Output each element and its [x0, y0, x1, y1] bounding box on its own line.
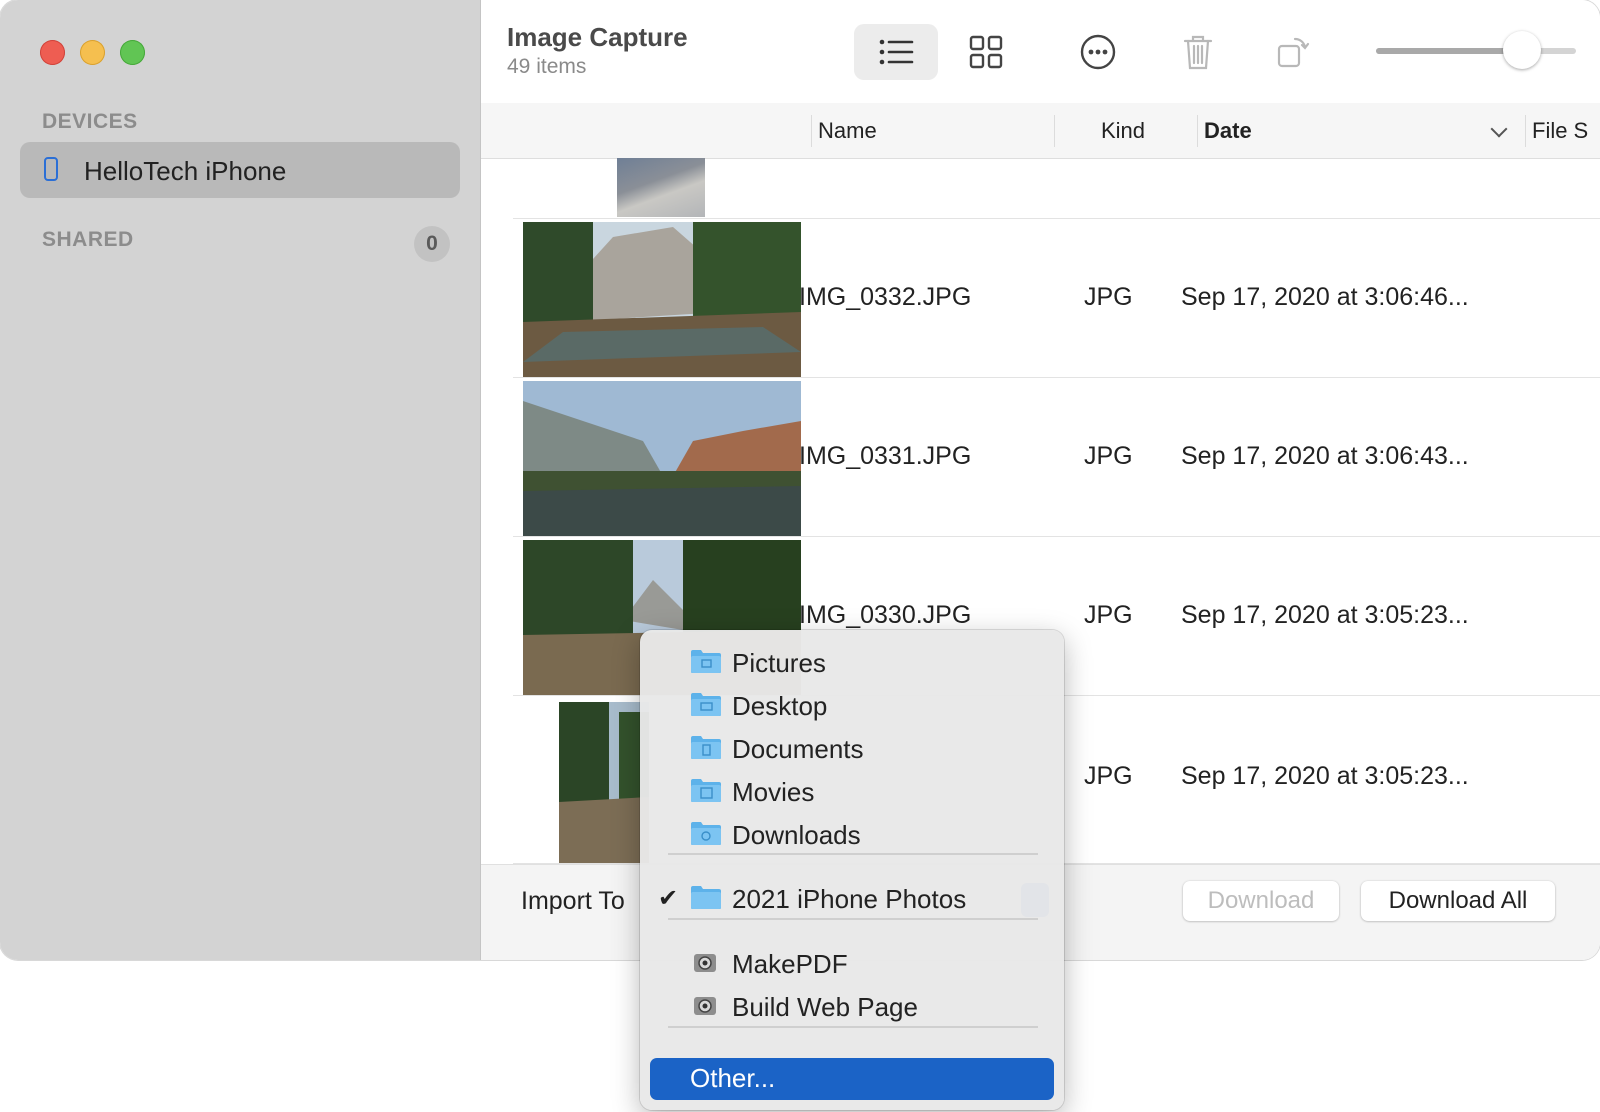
download-all-button[interactable]: Download All — [1361, 881, 1555, 921]
import-to-label: Import To — [521, 887, 625, 915]
item-count: 49 items — [507, 55, 587, 78]
sort-chevron-down-icon[interactable] — [1490, 120, 1508, 138]
iphone-icon — [44, 157, 58, 181]
sidebar-item-device[interactable]: HelloTech iPhone — [20, 142, 460, 198]
photo-thumbnail — [617, 158, 705, 217]
folder-desktop-icon — [691, 693, 721, 716]
menu-separator — [668, 853, 1038, 855]
file-kind: JPG — [1084, 283, 1133, 311]
column-name[interactable]: Name — [818, 118, 877, 144]
column-divider — [1197, 115, 1198, 147]
automator-app-icon — [694, 997, 716, 1015]
menu-separator — [668, 918, 1038, 920]
menu-item-label: MakePDF — [732, 949, 848, 979]
minimize-button[interactable] — [80, 40, 105, 65]
file-date: Sep 17, 2020 at 3:05:23... — [1181, 762, 1469, 790]
more-icon — [1080, 34, 1116, 70]
column-divider — [811, 115, 812, 147]
menu-item-label: Pictures — [732, 648, 826, 678]
menu-item-other[interactable]: Other... — [650, 1058, 1054, 1100]
slider-knob[interactable] — [1503, 31, 1541, 69]
grid-view-button[interactable] — [944, 24, 1028, 80]
close-button[interactable] — [40, 40, 65, 65]
download-button[interactable]: Download — [1183, 881, 1339, 921]
menu-item-selected-folder[interactable]: ✔ 2021 iPhone Photos — [640, 878, 1064, 920]
table-row[interactable] — [513, 158, 1600, 219]
trash-icon — [1183, 35, 1213, 70]
menu-item-movies[interactable]: Movies — [640, 771, 1064, 813]
folder-movies-icon — [691, 779, 721, 802]
menu-item-label: Build Web Page — [732, 992, 918, 1022]
column-divider — [1525, 115, 1526, 147]
thumbnail-size-slider[interactable] — [1376, 48, 1576, 54]
column-kind[interactable]: Kind — [1101, 118, 1145, 144]
column-divider — [1054, 115, 1055, 147]
devices-heading: DEVICES — [42, 110, 138, 133]
menu-item-build-web-page[interactable]: Build Web Page — [640, 986, 1064, 1028]
grid-view-icon — [969, 35, 1003, 69]
zoom-button[interactable] — [120, 40, 145, 65]
folder-documents-icon — [691, 736, 721, 759]
table-row[interactable]: IMG_0332.JPG JPG Sep 17, 2020 at 3:06:46… — [513, 219, 1600, 378]
rotate-button[interactable] — [1251, 24, 1335, 80]
more-options-button[interactable] — [1056, 24, 1140, 80]
menu-item-desktop[interactable]: Desktop — [640, 685, 1064, 727]
import-destination-menu: Pictures Desktop Documents Movies Downlo… — [640, 630, 1064, 1110]
slider-fill — [1376, 48, 1522, 54]
file-date: Sep 17, 2020 at 3:06:43... — [1181, 442, 1469, 470]
menu-item-label: Desktop — [732, 691, 828, 721]
photo-thumbnail — [559, 702, 649, 863]
file-kind: JPG — [1084, 601, 1133, 629]
file-date: Sep 17, 2020 at 3:06:46... — [1181, 283, 1469, 311]
menu-item-label: Other... — [690, 1063, 776, 1093]
file-kind: JPG — [1084, 762, 1133, 790]
file-date: Sep 17, 2020 at 3:05:23... — [1181, 601, 1469, 629]
photo-thumbnail — [523, 381, 801, 536]
sidebar-item-label: HelloTech iPhone — [84, 156, 287, 186]
column-file-size[interactable]: File S — [1532, 118, 1588, 144]
shared-count-badge: 0 — [414, 226, 450, 262]
file-kind: JPG — [1084, 442, 1133, 470]
list-view-button[interactable] — [854, 24, 938, 80]
file-name: IMG_0332.JPG — [799, 283, 972, 311]
folder-icon — [691, 886, 721, 909]
sidebar: DEVICES HelloTech iPhone SHARED 0 — [0, 0, 481, 960]
folder-pictures-icon — [691, 650, 721, 673]
table-header: Name Kind Date File S — [481, 103, 1600, 159]
menu-item-label: 2021 iPhone Photos — [732, 884, 967, 914]
automator-app-icon — [694, 954, 716, 972]
list-view-icon — [879, 39, 914, 65]
shared-heading: SHARED — [42, 228, 134, 251]
menu-item-pictures[interactable]: Pictures — [640, 642, 1064, 684]
menu-item-label: Movies — [732, 777, 815, 807]
menu-item-label: Documents — [732, 734, 864, 764]
folder-downloads-icon — [691, 822, 721, 845]
menu-item-downloads[interactable]: Downloads — [640, 814, 1064, 856]
menu-separator — [668, 1026, 1038, 1028]
file-name: IMG_0331.JPG — [799, 442, 972, 470]
menu-item-label: Downloads — [732, 820, 861, 850]
window-title: Image Capture — [507, 22, 688, 52]
menu-item-documents[interactable]: Documents — [640, 728, 1064, 770]
checkmark-icon: ✔ — [658, 885, 679, 912]
photo-thumbnail — [523, 222, 801, 377]
table-row[interactable]: IMG_0331.JPG JPG Sep 17, 2020 at 3:06:43… — [513, 378, 1600, 537]
delete-button[interactable] — [1156, 24, 1240, 80]
rotate-icon — [1277, 37, 1310, 68]
menu-item-makepdf[interactable]: MakePDF — [640, 943, 1064, 985]
column-date[interactable]: Date — [1204, 118, 1252, 144]
file-name: IMG_0330.JPG — [799, 601, 972, 629]
